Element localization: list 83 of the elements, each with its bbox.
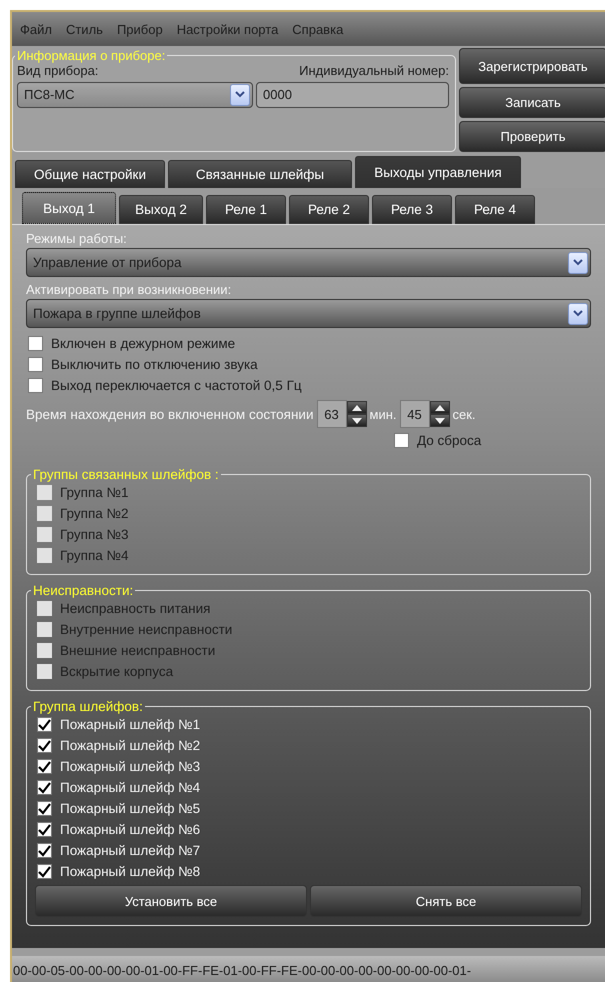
group-title: Неисправности: xyxy=(32,583,134,598)
tab[interactable]: Общие настройки xyxy=(15,160,165,188)
sub-tab[interactable]: Выход 1 xyxy=(22,192,116,224)
check-icon xyxy=(38,782,51,794)
group-title: Группа шлейфов: xyxy=(32,699,144,714)
check-icon xyxy=(38,740,51,752)
group-title: Группы связанных шлейфов : xyxy=(32,467,220,482)
tab[interactable]: Связанные шлейфы xyxy=(168,160,352,188)
checkbox-label: Группа №4 xyxy=(60,548,129,563)
checkbox-label: Вскрытие корпуса xyxy=(60,664,174,679)
arrow-down-icon xyxy=(352,418,362,424)
check-icon xyxy=(38,802,51,814)
check-icon xyxy=(38,844,51,856)
sub-tab[interactable]: Реле 1 xyxy=(206,195,286,224)
checkbox[interactable] xyxy=(37,822,52,837)
checkbox-label: Пожарный шлейф №1 xyxy=(60,717,200,732)
field-label: Вид прибора: xyxy=(17,63,100,80)
spin-down-button[interactable] xyxy=(346,414,367,427)
check-icon xyxy=(38,824,51,836)
checkbox[interactable] xyxy=(28,357,43,372)
sub-tab[interactable]: Реле 4 xyxy=(455,195,535,224)
checkbox[interactable] xyxy=(37,717,52,732)
checkbox-label: Неисправность питания xyxy=(60,601,210,616)
checkbox[interactable] xyxy=(37,738,52,753)
sub-tab[interactable]: Выход 2 xyxy=(119,195,203,224)
checkbox-label: Выход переключается с частотой 0,5 Гц xyxy=(51,378,302,393)
status-text: 00-00-05-00-00-00-00-01-00-FF-FE-01-00-FF-FE-00-00-00-00-00-00-00-00-01- xyxy=(12,962,472,978)
action-button[interactable]: Зарегистрировать xyxy=(459,48,605,84)
checkbox[interactable] xyxy=(37,780,52,795)
chevron-down-icon xyxy=(573,310,583,317)
checkbox[interactable] xyxy=(37,864,52,879)
checkbox-label: Пожарный шлейф №3 xyxy=(60,759,200,774)
checkbox-label: Внешние неисправности xyxy=(60,643,216,658)
minutes-spinbox[interactable]: 63 xyxy=(316,400,347,428)
checkbox-label: Выключить по отключению звука xyxy=(51,357,258,372)
arrow-up-icon xyxy=(434,404,445,410)
checkbox[interactable] xyxy=(37,759,52,774)
arrow-down-icon xyxy=(434,418,445,424)
checkbox-label: Группа №1 xyxy=(60,485,129,500)
mode-dropdown[interactable]: Управление от прибора xyxy=(26,248,591,277)
group-button[interactable]: Снять все xyxy=(310,885,582,917)
checkbox-label: Пожарный шлейф №4 xyxy=(60,780,200,795)
field-label: Режимы работы: xyxy=(26,231,128,246)
check-icon xyxy=(38,718,51,730)
checkbox-label: Включен в дежурном режиме xyxy=(51,336,236,351)
spin-up-button[interactable] xyxy=(430,401,450,414)
spin-up-button[interactable] xyxy=(346,401,367,414)
field-label: Индивидуальный номер: xyxy=(298,63,449,80)
chevron-down-icon xyxy=(573,259,583,266)
action-button[interactable]: Проверить xyxy=(459,121,605,152)
tab[interactable]: Выходы управления xyxy=(355,156,521,188)
group-title: Информация о приборе: xyxy=(16,48,166,63)
checkbox-label: Пожарный шлейф №2 xyxy=(60,738,200,753)
checkbox-label: Внутренние неисправности xyxy=(60,622,232,637)
action-button[interactable]: Записать xyxy=(459,87,605,118)
sub-tab[interactable]: Реле 2 xyxy=(289,195,369,224)
checkbox[interactable] xyxy=(28,336,43,351)
checkbox-label: Группа №3 xyxy=(60,527,129,542)
checkbox-label: Пожарный шлейф №6 xyxy=(60,822,200,837)
checkbox[interactable] xyxy=(37,843,52,858)
sub-tab[interactable]: Реле 3 xyxy=(372,195,452,224)
checkbox-label: Пожарный шлейф №8 xyxy=(60,864,200,879)
chevron-down-icon xyxy=(235,91,245,98)
seconds-spinbox[interactable]: 45 xyxy=(400,400,430,428)
checkbox-label: Пожарный шлейф №7 xyxy=(60,843,200,858)
duration-label: Время нахождения во включенном состоянии xyxy=(26,406,314,422)
checkbox-label: Пожарный шлейф №5 xyxy=(60,801,200,816)
group-button[interactable]: Установить все xyxy=(35,885,307,917)
serial-number-field[interactable]: 0000 xyxy=(256,82,449,108)
check-icon xyxy=(38,866,51,878)
check-icon xyxy=(38,760,51,772)
unit-label: мин. xyxy=(370,406,397,422)
checkbox[interactable] xyxy=(394,433,409,448)
device-type-dropdown[interactable]: ПС8-МС xyxy=(17,82,253,108)
spin-down-button[interactable] xyxy=(430,414,450,427)
unit-label: сек. xyxy=(452,406,476,422)
checkbox-label: До сброса xyxy=(417,433,482,448)
checkbox[interactable] xyxy=(28,378,43,393)
checkbox-label: Группа №2 xyxy=(60,506,129,521)
activation-dropdown[interactable]: Пожара в группе шлейфов xyxy=(26,299,591,328)
arrow-up-icon xyxy=(352,404,362,410)
field-label: Активировать при возникновении: xyxy=(26,282,232,297)
checkbox[interactable] xyxy=(37,801,52,816)
